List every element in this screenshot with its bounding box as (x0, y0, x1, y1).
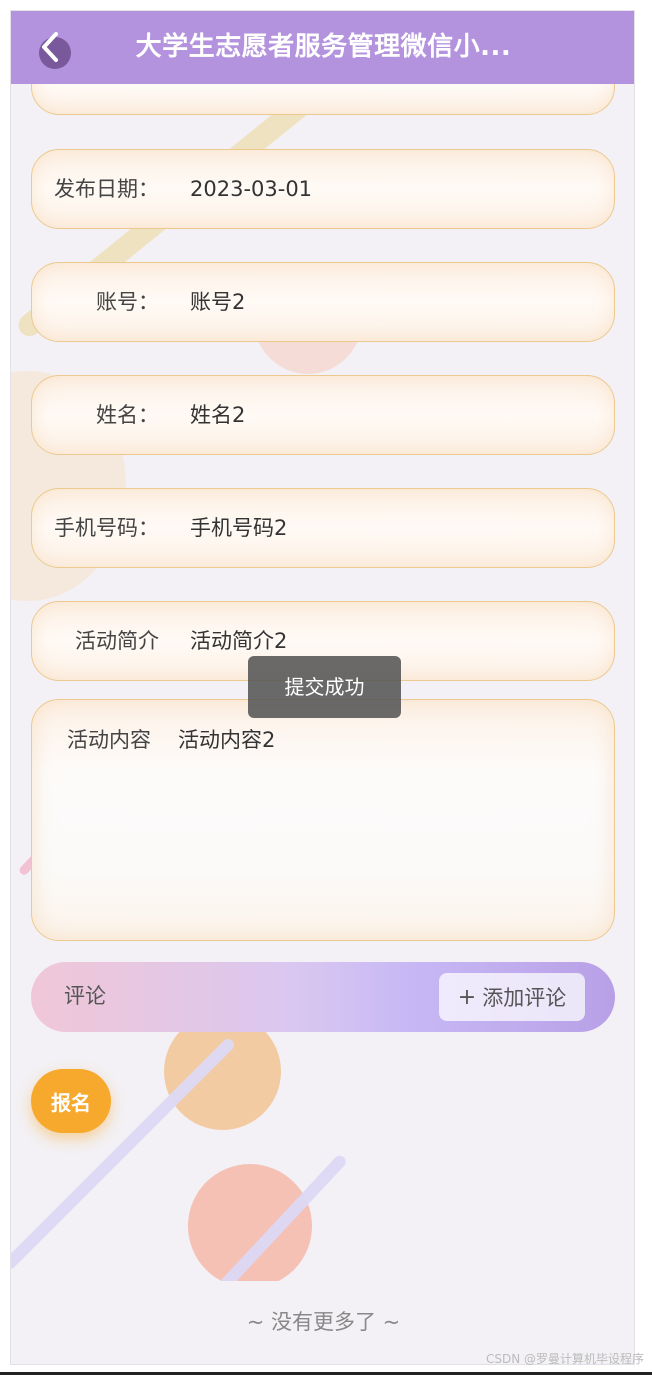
field-value: 账号2 (190, 290, 246, 314)
no-more-text: ~ 没有更多了 ~ (246, 1310, 401, 1334)
field-phone: 手机号码： 手机号码2 (31, 488, 615, 568)
comments-label: 评论 (64, 984, 106, 1008)
nav-header: 大学生志愿者服务管理微信小... (11, 11, 634, 84)
field-value: 手机号码2 (190, 516, 288, 540)
phone-screen: 大学生志愿者服务管理微信小... 发布日期： 2023-03-01 账号： 账号… (10, 10, 635, 1365)
back-button[interactable] (35, 29, 75, 69)
content-label: 活动内容 (67, 728, 151, 752)
field-label: 账号： (96, 290, 159, 314)
field-name: 姓名： 姓名2 (31, 375, 615, 455)
field-account: 账号： 账号2 (31, 262, 615, 342)
comments-bar: 评论 + 添加评论 (31, 962, 615, 1032)
field-value: 姓名2 (190, 403, 246, 427)
field-value: 2023-03-01 (190, 177, 313, 201)
field-label: 姓名： (96, 403, 159, 427)
chevron-left-icon (42, 32, 58, 62)
plus-icon: + (457, 984, 477, 1010)
content-value: 活动内容2 (178, 728, 276, 752)
field-label: 活动简介 (75, 629, 159, 653)
toast-message: 提交成功 (248, 656, 401, 718)
decor-circle-salmon (188, 1164, 312, 1288)
signup-button[interactable]: 报名 (31, 1069, 111, 1133)
add-comment-label: 添加评论 (482, 986, 567, 1010)
field-label: 发布日期： (54, 177, 159, 201)
field-publish-date: 发布日期： 2023-03-01 (31, 149, 615, 229)
page-title: 大学生志愿者服务管理微信小... (135, 32, 512, 62)
field-content: 活动内容 活动内容2 (31, 699, 615, 941)
add-comment-button[interactable]: + 添加评论 (439, 973, 585, 1021)
watermark: CSDN @罗曼计算机毕设程序 (485, 1352, 644, 1366)
field-label: 手机号码： (54, 516, 159, 540)
decor-stripe-lavender (11, 1036, 237, 1272)
decor-stripe-lavender-2 (216, 1153, 349, 1294)
